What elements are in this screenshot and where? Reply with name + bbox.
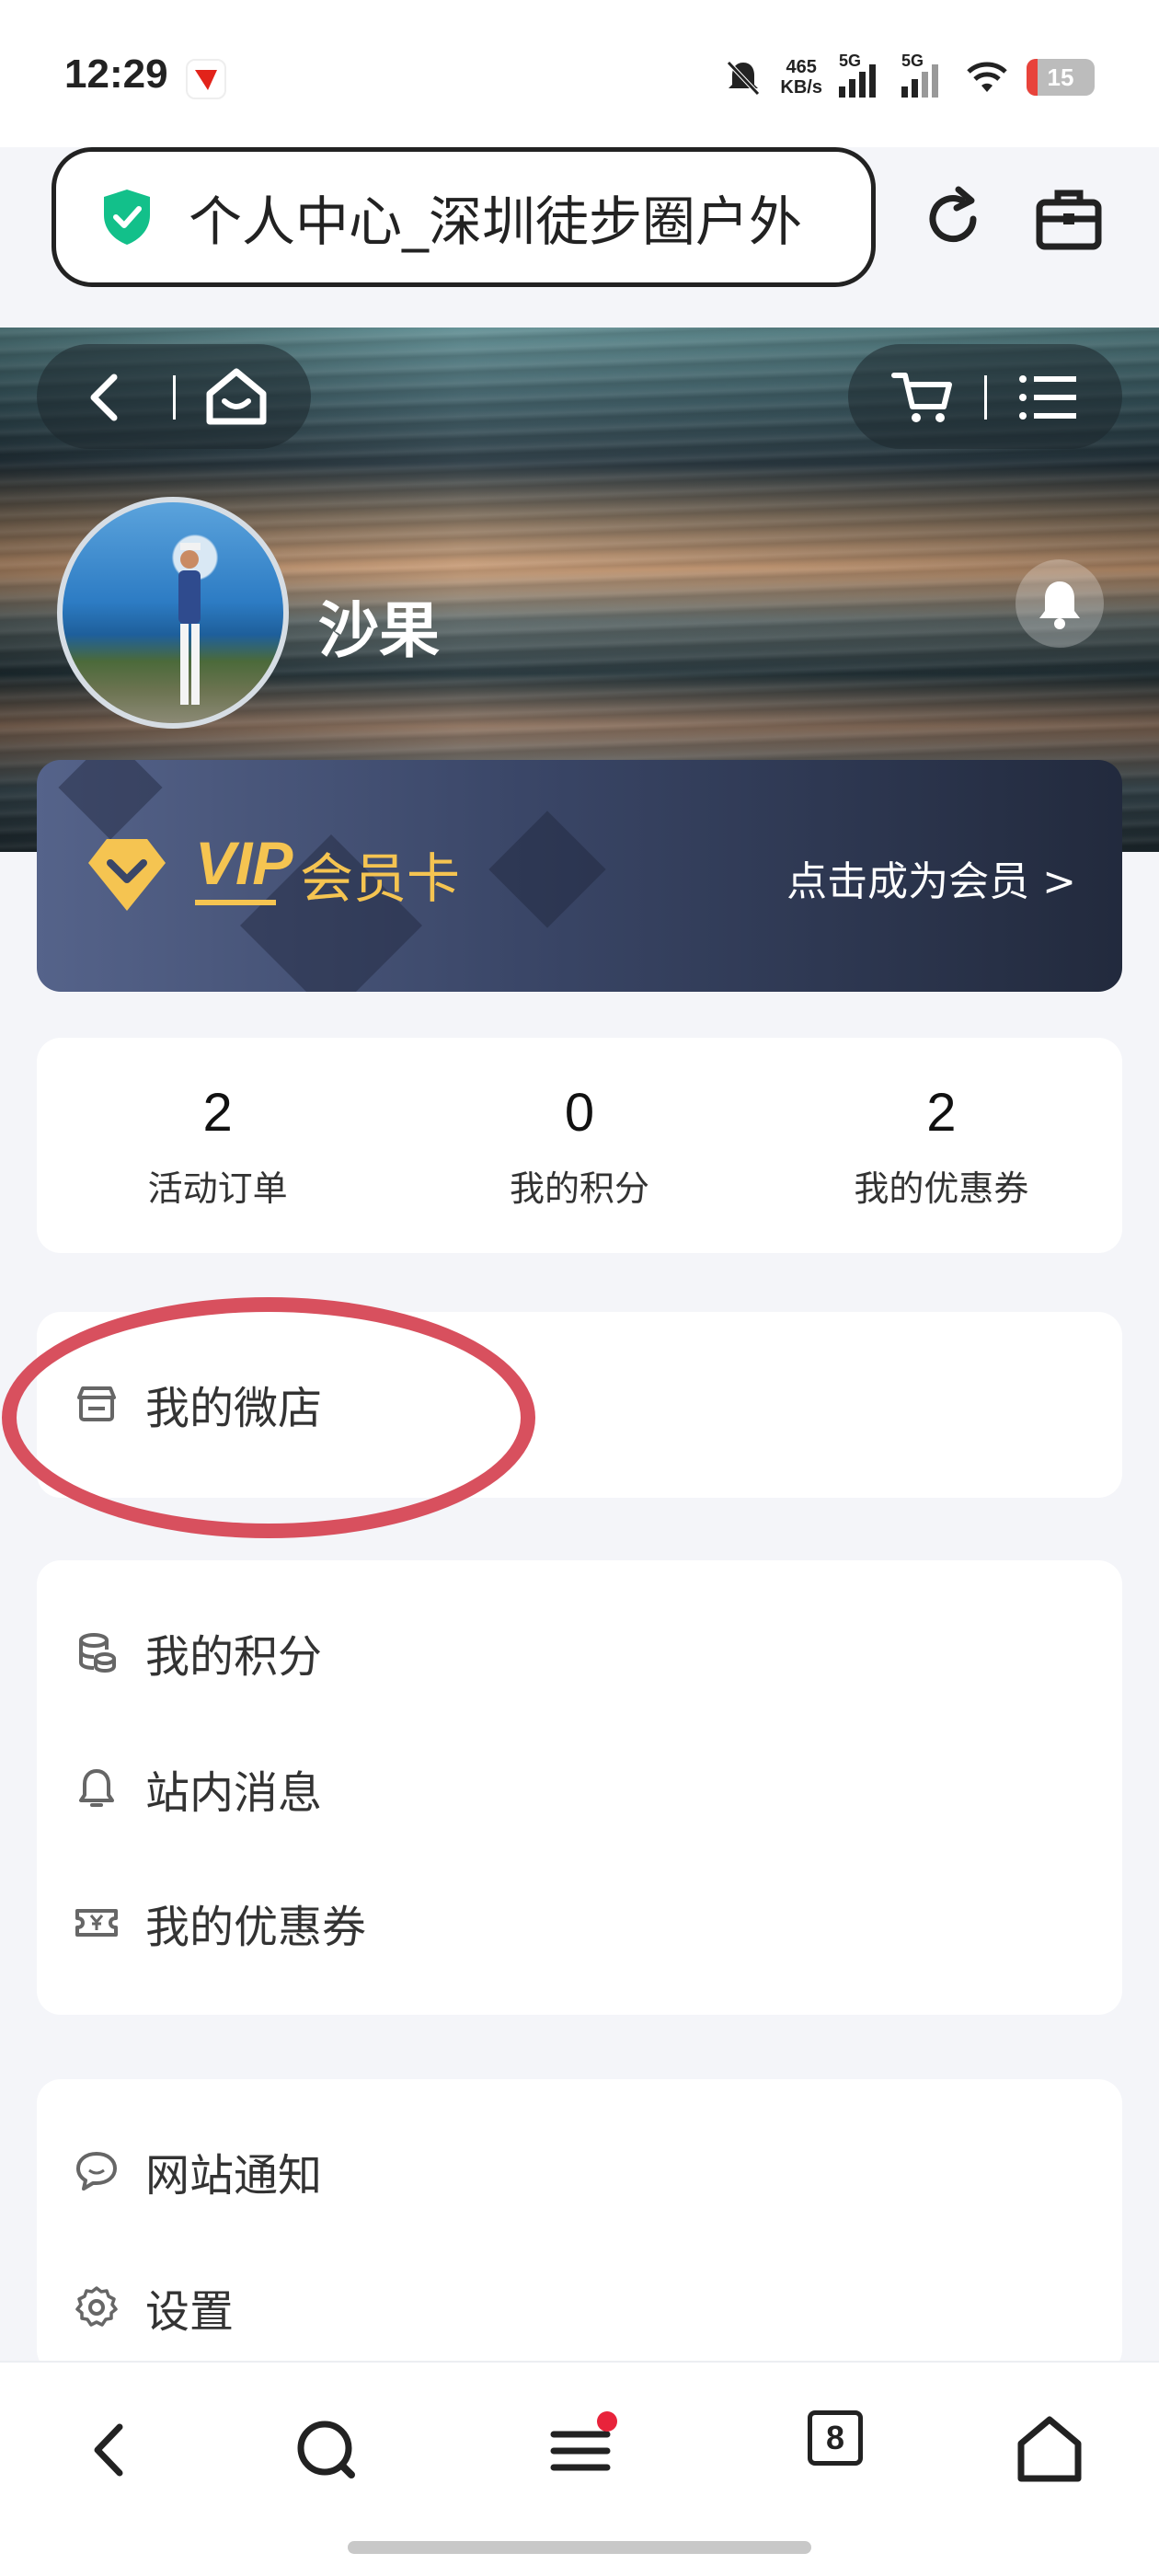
address-bar[interactable]: 个人中心_深圳徒步圈户外: [52, 147, 876, 287]
menu-item-my-points[interactable]: 我的积分: [37, 1597, 322, 1708]
search-icon[interactable]: [285, 2409, 368, 2491]
vip-membership-card[interactable]: VIP 会员卡 点击成为会员 >: [37, 760, 1122, 992]
wifi-icon: [967, 62, 1007, 92]
stat-value: 2: [202, 1083, 233, 1143]
page-title: 个人中心_深圳徒步圈户外: [189, 190, 803, 253]
menu-item-label: 网站通知: [145, 2150, 323, 2202]
signal-icon: 5G: [901, 52, 947, 98]
menu-item-label: 站内消息: [145, 1767, 323, 1819]
menu-item-site-notice[interactable]: 网站通知: [37, 2116, 322, 2226]
stat-coupons[interactable]: 2 我的优惠券: [761, 1038, 1122, 1253]
vip-diamond-icon: [88, 839, 166, 911]
reload-icon[interactable]: [916, 182, 990, 256]
battery-indicator: 15: [1027, 59, 1095, 96]
mute-bell-icon: [727, 61, 761, 96]
bell-icon: [1039, 581, 1080, 629]
stat-label: 我的优惠券: [854, 1168, 1029, 1209]
app-notification-icon: [186, 59, 226, 99]
coins-icon: [79, 1633, 116, 1673]
browser-home-icon[interactable]: [1008, 2409, 1091, 2491]
vip-badge-text: VIP: [195, 829, 293, 897]
bell-icon: [79, 1769, 114, 1807]
cart-icon[interactable]: [890, 368, 955, 427]
status-bar: 12:29 465 KB/s 5G 5G 15: [0, 0, 1159, 147]
back-icon[interactable]: [83, 372, 129, 423]
nav-back-home-pill: [37, 344, 311, 449]
home-icon[interactable]: [202, 366, 270, 427]
menu-item-label: 设置: [145, 2286, 235, 2338]
stat-label: 我的积分: [509, 1168, 649, 1209]
tabs-count-button[interactable]: 8: [808, 2410, 863, 2466]
signal-icon: 5G: [839, 52, 885, 98]
stats-card: 2 活动订单 0 我的积分 2 我的优惠券: [37, 1038, 1122, 1253]
chat-icon: [76, 2152, 117, 2191]
vip-card-label: 会员卡: [300, 847, 461, 910]
menu-item-label: 我的积分: [145, 1631, 323, 1683]
vip-deco-diamond: [488, 811, 606, 928]
stat-value: 2: [926, 1083, 957, 1143]
net-speed: 465 KB/s: [780, 57, 822, 98]
menu-item-settings[interactable]: 设置: [37, 2252, 234, 2363]
vip-underline: [195, 900, 276, 905]
nav-cart-menu-pill: [848, 344, 1122, 449]
status-indicators: 465 KB/s 5G 5G 15: [723, 52, 1095, 103]
highlight-annotation: [2, 1297, 535, 1538]
avatar[interactable]: [57, 497, 289, 729]
menu-item-label: 我的优惠券: [145, 1902, 367, 1953]
menu-item-my-coupons[interactable]: 我的优惠券: [37, 1868, 366, 1978]
browser-back-icon[interactable]: [68, 2409, 151, 2491]
home-indicator[interactable]: [348, 2541, 811, 2554]
coupon-icon: [75, 1909, 118, 1937]
gear-icon: [75, 2286, 118, 2327]
stat-label: 活动订单: [147, 1168, 288, 1209]
menu-list-icon[interactable]: [1017, 374, 1080, 421]
stat-points[interactable]: 0 我的积分: [398, 1038, 760, 1253]
user-name: 沙果: [318, 595, 440, 666]
secure-shield-icon: [104, 190, 150, 245]
become-member-link[interactable]: 点击成为会员 >: [786, 848, 1076, 907]
menu-icon[interactable]: [539, 2409, 622, 2491]
menu-item-site-messages[interactable]: 站内消息: [37, 1733, 322, 1844]
status-time: 12:29: [64, 52, 168, 97]
stat-activity-orders[interactable]: 2 活动订单: [37, 1038, 398, 1253]
avatar-person-figure: [178, 543, 201, 705]
toolbox-icon[interactable]: [1032, 182, 1106, 256]
stat-value: 0: [564, 1083, 595, 1143]
notification-button[interactable]: [1016, 559, 1104, 648]
